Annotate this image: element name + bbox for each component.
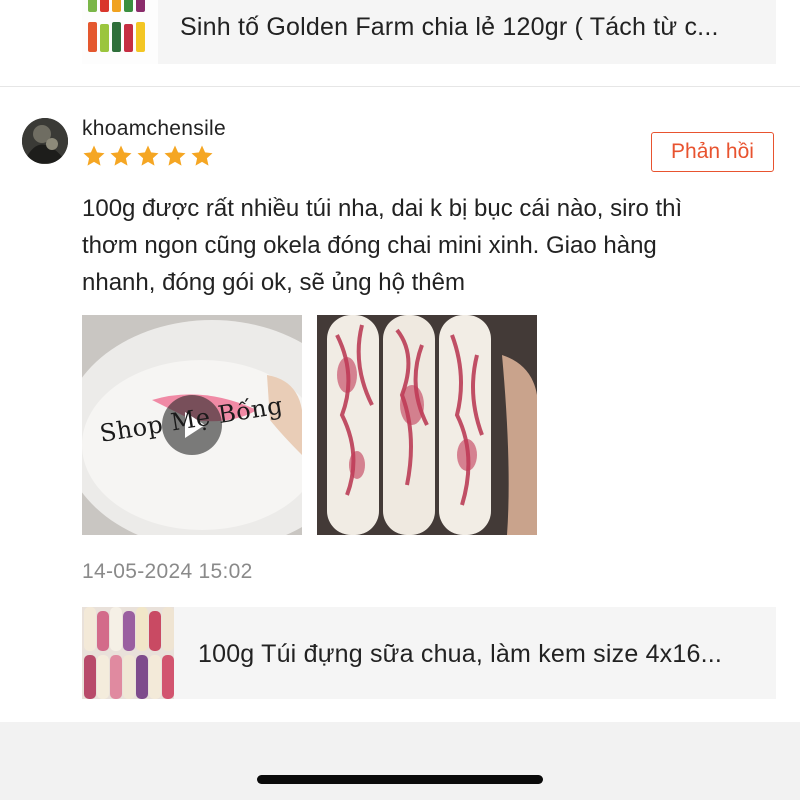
star-icon (110, 145, 132, 166)
star-icon (191, 145, 213, 166)
product-title: 100g Túi đựng sữa chua, làm kem size 4x1… (198, 640, 723, 668)
footer-area (0, 722, 800, 800)
rating-stars (82, 144, 214, 168)
review-text-line: 100g được rất nhiều túi nha, dai k bị bụ… (82, 195, 683, 222)
product-card-bottom[interactable]: 100g Túi đựng sữa chua, làm kem size 4x1… (82, 607, 776, 699)
avatar[interactable] (22, 118, 68, 164)
star-icon (137, 145, 159, 166)
product-card-top[interactable]: Sinh tố Golden Farm chia lẻ 120gr ( Tách… (82, 0, 776, 64)
section-divider (0, 86, 800, 87)
reviewer-username: khoamchensile (82, 117, 226, 140)
star-icon (164, 145, 186, 166)
product-title: Sinh tố Golden Farm chia lẻ 120gr ( Tách… (180, 13, 719, 41)
star-icon (83, 145, 105, 166)
reply-button[interactable]: Phản hồi (651, 132, 774, 172)
review-text-line: nhanh, đóng gói ok, sẽ ủng hộ thêm (82, 269, 465, 296)
review-text: 100g được rất nhiều túi nha, dai k bị bụ… (82, 190, 782, 301)
review-photo[interactable] (317, 315, 537, 535)
product-thumbnail (82, 607, 174, 699)
product-thumbnail (82, 0, 158, 64)
home-indicator[interactable] (257, 775, 543, 784)
review-timestamp: 14-05-2024 15:02 (82, 560, 253, 583)
review-text-line: thơm ngon cũng okela đóng chai mini xinh… (82, 232, 657, 259)
